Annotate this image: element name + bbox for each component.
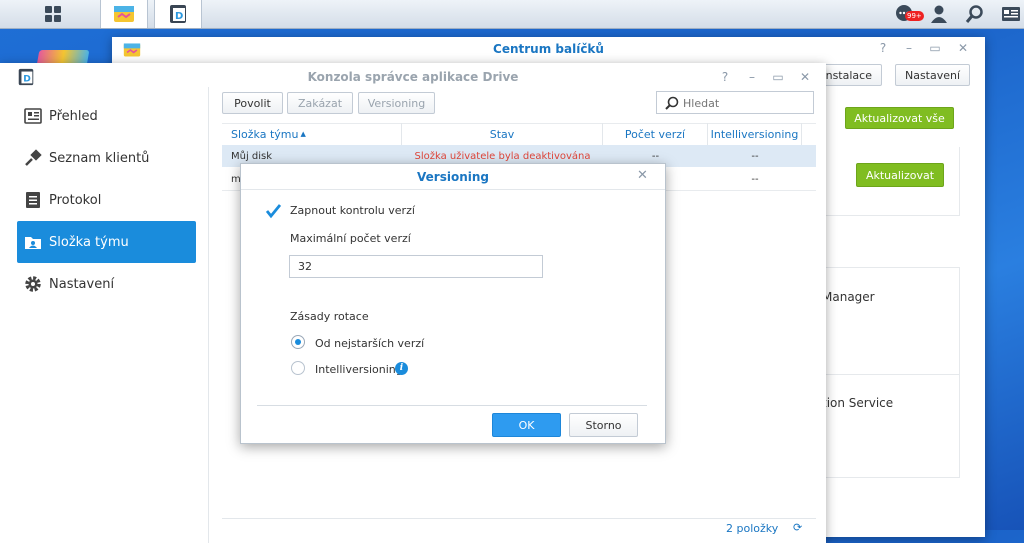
sort-asc-icon: ▲ <box>300 130 306 138</box>
taskbar-package-center[interactable] <box>100 0 148 28</box>
package-center-titlebar: Centrum balíčků ? – ▭ ✕ <box>112 37 985 61</box>
radio-oldest-label[interactable]: Od nejstarších verzí <box>315 337 424 350</box>
settings-button[interactable]: Nastavení <box>895 64 970 86</box>
cancel-button[interactable]: Storno <box>569 413 638 437</box>
close-icon[interactable]: ✕ <box>956 41 970 55</box>
checkmark-icon <box>265 204 282 219</box>
dialog-footer-divider <box>257 405 647 406</box>
update-button[interactable]: Aktualizovat <box>856 163 944 187</box>
versioning-button[interactable]: Versioning <box>358 92 435 114</box>
minimize-icon[interactable]: – <box>902 41 916 55</box>
search-icon <box>665 96 679 110</box>
sidebar-item-overview[interactable]: Přehled <box>17 95 196 137</box>
team-folder-icon <box>23 232 43 252</box>
drive-console-titlebar: D Konzola správce aplikace Drive ? – ▭ ✕ <box>0 63 826 87</box>
search-button[interactable] <box>958 0 992 28</box>
enable-versioning-checkbox[interactable] <box>265 203 282 219</box>
main-menu-button[interactable] <box>30 0 76 28</box>
info-icon[interactable]: i <box>395 362 408 375</box>
maximize-icon[interactable]: ▭ <box>771 70 785 84</box>
update-all-button[interactable]: Aktualizovat vše <box>845 107 954 129</box>
package-center-title: Centrum balíčků <box>493 42 604 56</box>
sidebar-item-label: Protokol <box>49 192 102 208</box>
sidebar-item-label: Nastavení <box>49 276 115 292</box>
rotation-policy-label: Zásady rotace <box>290 310 369 323</box>
drive-icon: D <box>170 5 186 23</box>
enable-button[interactable]: Povolit <box>222 92 283 114</box>
column-header-versions[interactable]: Počet verzí <box>603 123 708 145</box>
radio-oldest-versions[interactable] <box>291 335 305 349</box>
package-card-3 <box>825 373 960 478</box>
row-intelliversioning: -- <box>751 150 759 162</box>
close-icon[interactable]: ✕ <box>798 70 812 84</box>
max-versions-label: Maximální počet verzí <box>290 232 411 245</box>
radio-intelliversioning-label[interactable]: Intelliversioning <box>315 363 403 376</box>
column-header-intelliversioning[interactable]: Intelliversioning <box>708 123 802 145</box>
table-footer <box>222 518 816 519</box>
clients-icon <box>23 148 43 168</box>
overview-icon <box>23 106 43 126</box>
sidebar-item-label: Seznam klientů <box>49 150 150 166</box>
taskbar: D 99+ <box>0 0 1024 29</box>
radio-dot <box>295 339 301 345</box>
ok-button[interactable]: OK <box>492 413 561 437</box>
sidebar-item-label: Složka týmu <box>49 234 129 250</box>
row-intelliversioning: -- <box>751 173 759 185</box>
package-card-2 <box>825 267 960 375</box>
enable-versioning-label[interactable]: Zapnout kontrolu verzí <box>290 204 415 217</box>
svg-text:D: D <box>175 11 183 22</box>
maximize-icon[interactable]: ▭ <box>928 41 942 55</box>
radio-intelliversioning[interactable] <box>291 361 305 375</box>
dialog-divider <box>241 189 665 190</box>
search-icon <box>965 5 983 23</box>
dialog-title: Versioning <box>417 170 489 184</box>
sidebar-item-clients[interactable]: Seznam klientů <box>17 137 196 179</box>
help-icon[interactable]: ? <box>718 70 732 84</box>
refresh-icon[interactable]: ⟳ <box>793 521 802 534</box>
max-versions-input[interactable] <box>289 255 543 278</box>
gear-icon <box>23 274 43 294</box>
help-icon[interactable]: ? <box>876 41 890 55</box>
column-header-team-folder[interactable]: Složka týmu ▲ <box>222 123 402 145</box>
notifications-badge: 99+ <box>905 11 924 21</box>
main-menu-icon <box>45 6 61 22</box>
disable-button[interactable]: Zakázat <box>287 92 353 114</box>
package-center-icon <box>114 6 134 22</box>
sidebar-item-label: Přehled <box>49 108 98 124</box>
search-input[interactable] <box>681 94 811 113</box>
versioning-dialog: Versioning ✕ Zapnout kontrolu verzí Maxi… <box>240 163 666 444</box>
drive-console-title: Konzola správce aplikace Drive <box>307 70 519 84</box>
column-header-status[interactable]: Stav <box>402 123 603 145</box>
dialog-close-icon[interactable]: ✕ <box>637 168 648 183</box>
user-icon <box>931 5 947 23</box>
sidebar-item-settings[interactable]: Nastavení <box>17 263 196 305</box>
log-icon <box>23 190 43 210</box>
sidebar-item-team-folder[interactable]: Složka týmu <box>17 221 196 263</box>
taskbar-drive[interactable]: D <box>154 0 202 28</box>
package-name-service[interactable]: tion Service <box>822 396 893 410</box>
user-button[interactable] <box>922 0 956 28</box>
notifications-button[interactable]: 99+ <box>888 0 924 28</box>
search-field[interactable] <box>656 91 814 114</box>
item-count: 2 položky <box>726 522 779 535</box>
widgets-button[interactable] <box>994 0 1024 28</box>
sidebar-item-log[interactable]: Protokol <box>17 179 196 221</box>
widgets-icon <box>1002 7 1020 21</box>
minimize-icon[interactable]: – <box>745 70 759 84</box>
package-name-manager[interactable]: Manager <box>822 290 875 304</box>
